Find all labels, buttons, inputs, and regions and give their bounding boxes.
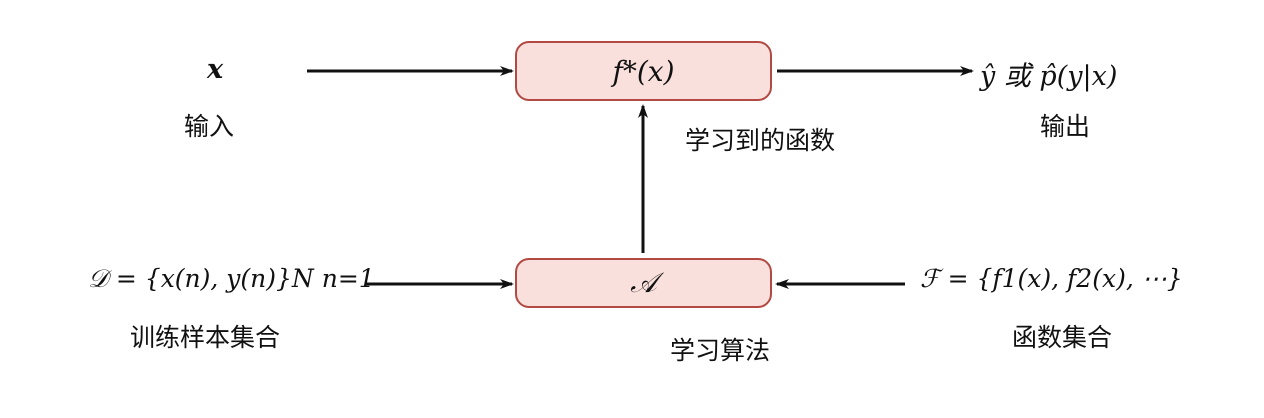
learning-algorithm-label: 学习算法 (670, 336, 771, 365)
input-label: 输入 (184, 112, 235, 141)
output-label: 输出 (1040, 112, 1091, 141)
learned-function-label: 学习到的函数 (685, 126, 836, 155)
dataset-label: 训练样本集合 (130, 323, 281, 352)
learned-function-box: f*(x) (515, 41, 772, 101)
learned-function-formula: f*(x) (612, 54, 675, 88)
learning-algorithm-box: 𝒜 (515, 258, 772, 308)
function-set-formula: ℱ = {f1(x), f2(x), ⋯} (920, 264, 1183, 293)
learning-algorithm-symbol: 𝒜 (630, 266, 657, 299)
function-set-label: 函数集合 (1012, 323, 1113, 352)
output-formula: ŷ 或 p̂(y|x) (980, 61, 1118, 92)
input-variable: x (207, 54, 224, 85)
dataset-formula: 𝒟 = {x(n), y(n)}N n=1 (88, 264, 375, 293)
